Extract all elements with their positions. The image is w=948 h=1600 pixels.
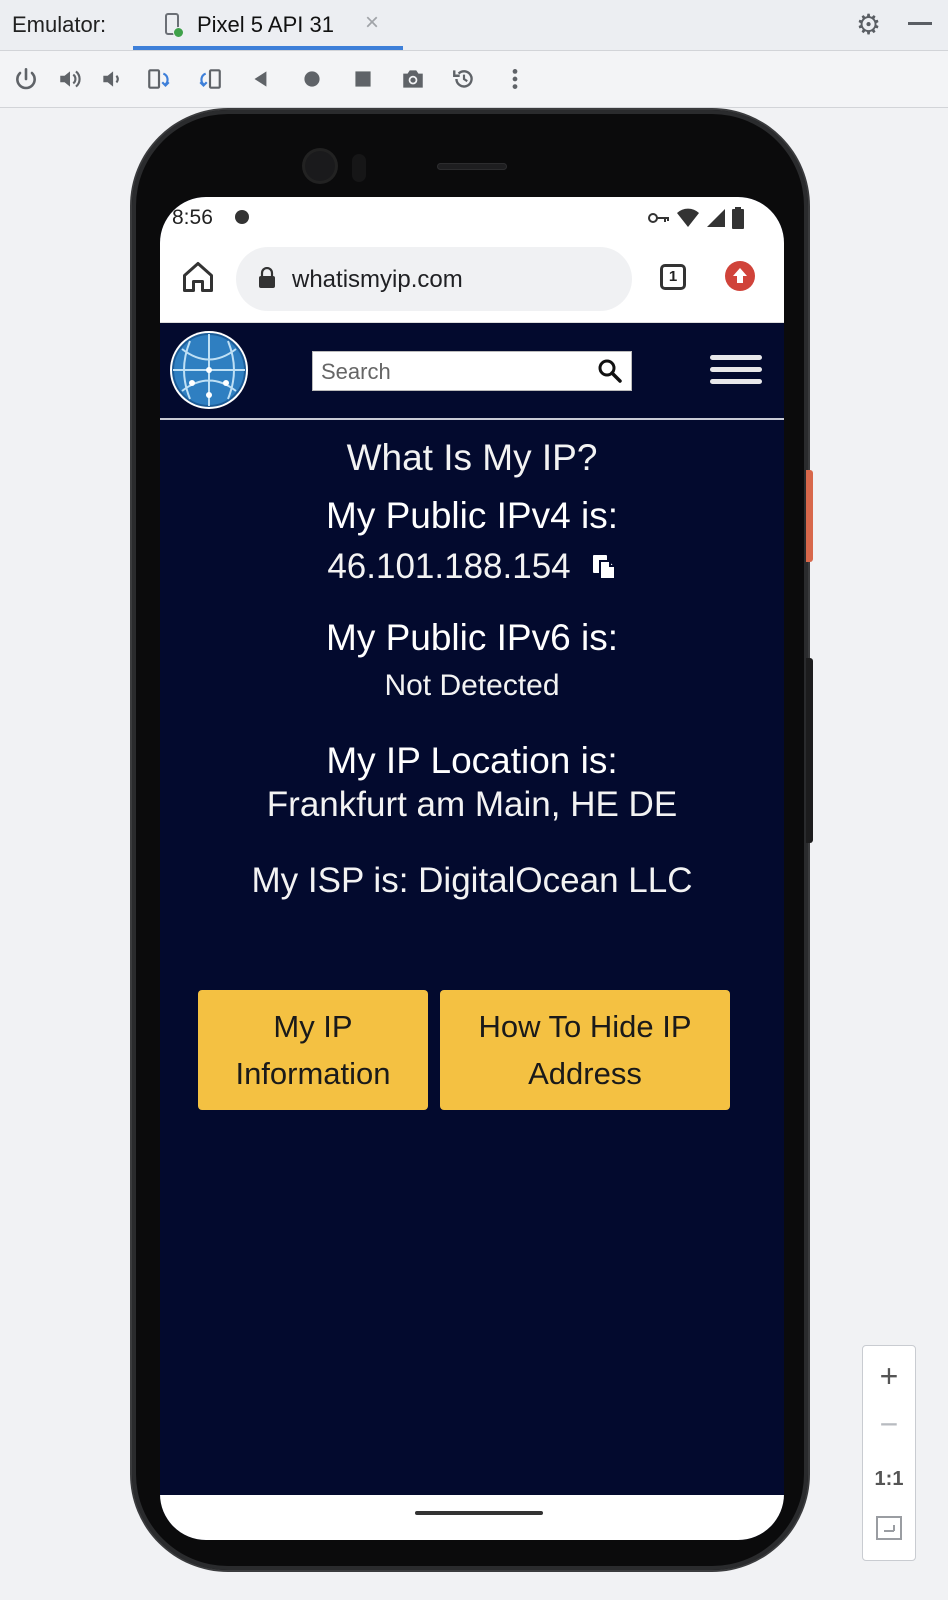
isp-label: My ISP is:: [251, 861, 409, 900]
zoom-out-button[interactable]: −: [863, 1406, 915, 1443]
volume-side-button[interactable]: [806, 658, 813, 843]
volume-up-icon[interactable]: [56, 65, 84, 93]
gear-icon[interactable]: ⚙: [856, 8, 881, 41]
zoom-actual-size-button[interactable]: 1:1: [863, 1468, 915, 1491]
ipv6-value: Not Detected: [384, 669, 560, 702]
overview-icon[interactable]: [349, 65, 377, 93]
url-text: whatismyip.com: [292, 266, 463, 293]
status-time: 8:56: [172, 206, 213, 229]
more-icon[interactable]: [501, 65, 529, 93]
zoom-fit-icon[interactable]: [863, 1516, 915, 1545]
home-icon[interactable]: [298, 65, 326, 93]
front-camera: [305, 151, 335, 181]
rotate-right-icon[interactable]: [196, 65, 224, 93]
site-logo[interactable]: [170, 331, 248, 409]
snapshot-icon[interactable]: [450, 65, 478, 93]
notification-icon: [235, 210, 249, 224]
vpn-key-icon: [648, 213, 669, 223]
how-to-hide-ip-button[interactable]: How To Hide IP Address: [440, 990, 730, 1110]
browser-toolbar: whatismyip.com 1: [160, 239, 784, 323]
emulator-label: Emulator:: [12, 12, 107, 37]
gesture-nav-handle[interactable]: [415, 1511, 543, 1515]
close-tab-icon[interactable]: ×: [365, 9, 379, 37]
device-screen[interactable]: 8:56 whatismyip.com 1 Search What Is My …: [160, 197, 784, 1540]
location-value: Frankfurt am Main, HE DE: [266, 785, 678, 824]
address-bar[interactable]: whatismyip.com: [236, 247, 632, 311]
zoom-controls: + − 1:1: [862, 1345, 916, 1561]
search-input[interactable]: [313, 352, 593, 392]
sensor: [352, 154, 366, 182]
emulator-tab-bar: Emulator: Pixel 5 API 31 × ⚙: [0, 0, 948, 51]
site-header: [160, 323, 784, 420]
zoom-in-button[interactable]: +: [863, 1358, 915, 1395]
earpiece-speaker: [437, 163, 507, 170]
site-search-box: [312, 351, 632, 392]
volume-down-icon[interactable]: [98, 65, 126, 93]
emulator-toolbar: [0, 51, 948, 108]
screenshot-icon[interactable]: [399, 65, 427, 93]
active-tab-indicator: [133, 46, 403, 50]
search-icon[interactable]: [597, 358, 623, 384]
isp-value: DigitalOcean LLC: [418, 861, 693, 900]
device-icon: [165, 13, 184, 38]
ipv4-value: 46.101.188.154: [327, 547, 571, 586]
lock-icon: [259, 267, 275, 288]
back-icon[interactable]: [247, 65, 275, 93]
ipv4-row: 46.101.188.154: [160, 547, 784, 587]
wifi-icon: [677, 208, 699, 227]
ipv4-label: My Public IPv4 is:: [326, 495, 618, 536]
update-badge-icon[interactable]: [725, 261, 755, 291]
power-side-button[interactable]: [806, 470, 813, 562]
android-status-bar: 8:56: [160, 197, 784, 239]
battery-icon: [732, 207, 744, 229]
rotate-left-icon[interactable]: [145, 65, 173, 93]
minimize-icon[interactable]: [908, 22, 932, 25]
gesture-nav-area: [160, 1495, 784, 1540]
tab-switcher-button[interactable]: 1: [660, 264, 686, 290]
ipv6-label: My Public IPv6 is:: [326, 617, 618, 658]
copy-icon[interactable]: [591, 553, 617, 581]
browser-home-icon[interactable]: [180, 259, 216, 295]
power-icon[interactable]: [12, 65, 40, 93]
isp-row: My ISP is: DigitalOcean LLC: [160, 861, 784, 901]
cell-signal-icon: [707, 209, 725, 227]
my-ip-information-button[interactable]: My IP Information: [198, 990, 428, 1110]
menu-icon[interactable]: [710, 355, 762, 389]
device-tab-name: Pixel 5 API 31: [197, 12, 334, 37]
page-title: What Is My IP?: [346, 437, 598, 478]
location-label: My IP Location is:: [326, 740, 618, 781]
device-tab[interactable]: Pixel 5 API 31 ×: [133, 0, 403, 50]
